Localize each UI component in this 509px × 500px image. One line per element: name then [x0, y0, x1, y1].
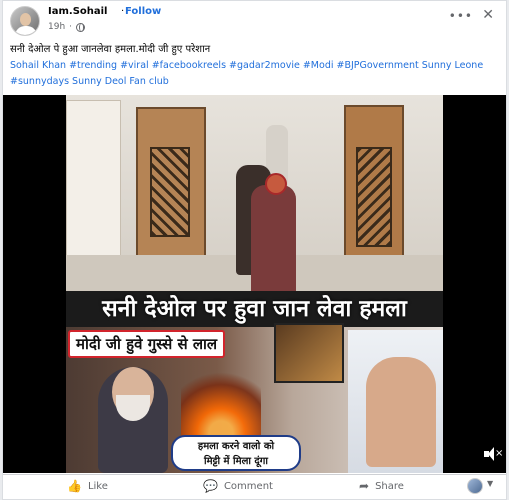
bubble-line-2: मिट्टी में मिला दूंगा — [204, 456, 268, 467]
post-card: Iam.Sohail · Follow 19h · ••• ✕ सनी देओल… — [2, 0, 507, 500]
share-label: Share — [375, 480, 404, 492]
reactor-avatar[interactable] — [467, 478, 483, 494]
video-player[interactable]: सनी देओल पर हुवा जान लेवा हमला मोदी जी ह… — [3, 95, 506, 473]
video-subheadline: मोदी जी हुवे गुस्से से लाल — [68, 330, 226, 358]
video-frame: सनी देओल पर हुवा जान लेवा हमला मोदी जी ह… — [66, 95, 443, 473]
follow-button[interactable]: Follow — [125, 6, 161, 17]
globe-icon — [76, 22, 86, 32]
post-time[interactable]: 19h — [48, 22, 65, 32]
like-label: Like — [87, 480, 108, 492]
more-options-icon[interactable]: ••• — [449, 9, 473, 23]
person-figure — [251, 185, 296, 295]
meta-dot: · — [69, 22, 73, 32]
thumbs-up-icon: 👍 — [67, 479, 82, 493]
patient-figure — [366, 357, 436, 467]
comment-icon: 💬 — [203, 479, 218, 493]
post-actions: 👍 Like 💬 Comment ➦ Share ▼ — [3, 474, 506, 499]
post-text: सनी देओल पे हुआ जानलेवा हमला.मोदी जी हुए… — [10, 44, 211, 55]
speech-bubble: हमला करने वालो को मिट्टी में मिला दूंगा — [171, 435, 301, 471]
author-name[interactable]: Iam.Sohail — [48, 6, 107, 17]
avatar-face — [20, 13, 31, 26]
door-grille — [356, 147, 392, 247]
author-avatar[interactable] — [10, 6, 40, 36]
wall-panel — [66, 100, 121, 275]
man-portrait — [98, 367, 168, 473]
mute-x: × — [495, 448, 504, 459]
bubble-line-1: हमला करने वालो को — [197, 441, 275, 452]
share-icon: ➦ — [359, 479, 370, 493]
video-headline: सनी देओल पर हुवा जान लेवा हमला — [102, 296, 407, 322]
post-header: Iam.Sohail · Follow 19h · ••• ✕ — [3, 1, 506, 39]
chevron-down-icon[interactable]: ▼ — [487, 479, 493, 488]
comment-button[interactable]: 💬 Comment — [203, 479, 273, 493]
left-door — [136, 107, 206, 277]
man-beard — [116, 395, 150, 421]
close-icon[interactable]: ✕ — [482, 7, 494, 23]
speaker-muted-icon[interactable]: × — [484, 447, 504, 461]
avatar-shirt — [15, 26, 37, 35]
share-button[interactable]: ➦ Share — [359, 479, 404, 493]
person-head — [265, 173, 287, 195]
movie-poster — [274, 323, 344, 383]
post-meta: 19h · — [48, 22, 86, 32]
post-hashtags[interactable]: Sohail Khan #trending #viral #facebookre… — [10, 58, 504, 90]
door-grille — [150, 147, 190, 237]
like-button[interactable]: 👍 Like — [67, 479, 108, 493]
comment-label: Comment — [223, 480, 273, 492]
speaker-cone — [488, 447, 494, 461]
separator-dot: · — [121, 6, 125, 17]
